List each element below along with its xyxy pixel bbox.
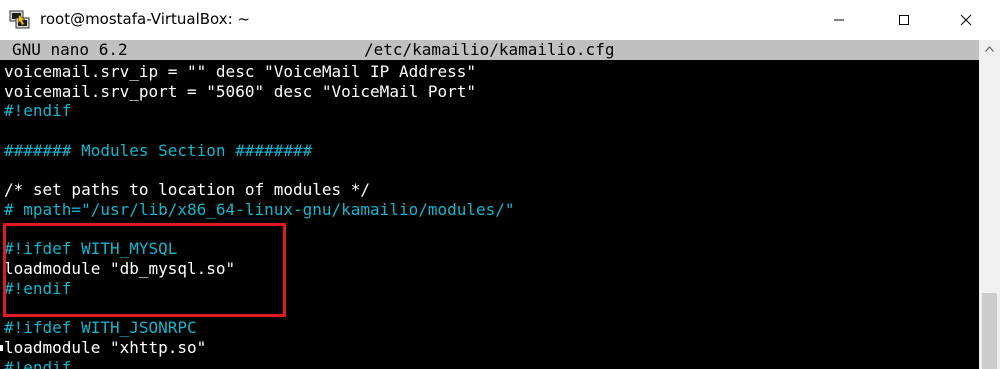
scroll-up-arrow-icon: [985, 46, 994, 52]
minimize-button[interactable]: [816, 0, 862, 40]
maximize-button[interactable]: [881, 0, 927, 40]
code-line: # mpath="/usr/lib/x86_64-linux-gnu/kamai…: [4, 200, 515, 219]
code-line: #!endif: [4, 101, 72, 120]
minimize-icon: [834, 19, 844, 21]
code-line: voicemail.srv_ip = "" desc "VoiceMail IP…: [4, 62, 477, 81]
code-line: #!endif: [4, 358, 72, 369]
close-icon: [960, 14, 972, 26]
window-title: root@mostafa-VirtualBox: ~: [40, 10, 251, 28]
close-button[interactable]: [943, 0, 989, 40]
nano-filename: /etc/kamailio/kamailio.cfg: [364, 40, 615, 59]
scroll-up-button[interactable]: [979, 40, 1000, 58]
window-titlebar[interactable]: root@mostafa-VirtualBox: ~: [0, 0, 1000, 40]
code-line: ####### Modules Section ########: [4, 141, 313, 160]
scrollbar-thumb[interactable]: [982, 293, 997, 369]
nano-header-bar: GNU nano 6.2 /etc/kamailio/kamailio.cfg: [0, 40, 979, 60]
highlight-annotation-box: [3, 223, 286, 317]
code-line: loadmodule "xhttp.so": [4, 338, 207, 357]
vertical-scrollbar[interactable]: [979, 40, 1000, 369]
text-cursor: [0, 345, 3, 351]
terminal-screen[interactable]: GNU nano 6.2 /etc/kamailio/kamailio.cfg …: [0, 40, 979, 369]
putty-terminal-icon[interactable]: [9, 9, 31, 31]
maximize-icon: [899, 15, 909, 25]
code-line: /* set paths to location of modules */: [4, 180, 371, 199]
code-line: #!ifdef WITH_JSONRPC: [4, 318, 197, 337]
code-line: voicemail.srv_port = "5060" desc "VoiceM…: [4, 82, 477, 101]
nano-version: GNU nano 6.2: [12, 40, 128, 59]
